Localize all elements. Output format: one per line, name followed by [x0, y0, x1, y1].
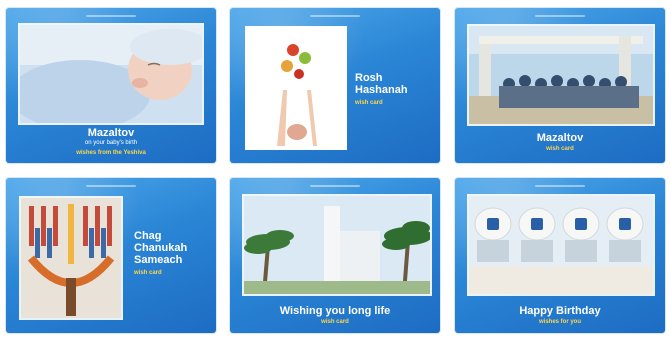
card-tag[interactable]: wish card — [134, 270, 162, 276]
card-title-line1: Rosh — [355, 72, 383, 84]
card-tag[interactable]: wishes for you — [455, 319, 665, 325]
card-long-life[interactable]: Wishing you long life wish card — [230, 178, 440, 333]
palm-trees-photo — [242, 194, 432, 296]
card-tag[interactable]: wishes from the Yeshiva — [6, 150, 216, 156]
card-tag[interactable]: wish card — [455, 146, 665, 152]
cupcakes-photo — [467, 194, 655, 296]
card-tag[interactable]: wish card — [230, 319, 440, 325]
card-rosh-hashanah[interactable]: Rosh Hashanah wish card — [230, 8, 440, 163]
group-photo — [467, 24, 655, 126]
card-mazaltov-group[interactable]: Mazaltov wish card — [455, 8, 665, 163]
card-title-line3: Sameach — [134, 254, 183, 266]
card-top-line — [86, 185, 136, 187]
card-title: Mazaltov — [87, 127, 135, 139]
card-top-line — [535, 185, 585, 187]
card-top-line — [535, 15, 585, 17]
card-top-line — [310, 185, 360, 187]
baby-photo — [18, 23, 204, 125]
card-title-line2: Chanukah — [134, 242, 188, 254]
card-happy-birthday[interactable]: Happy Birthday wishes for you — [455, 178, 665, 333]
card-title: Mazaltov — [536, 132, 584, 144]
card-subtitle: on your baby's birth — [84, 140, 138, 146]
menorah-photo — [19, 196, 123, 320]
card-title: Wishing you long life — [279, 305, 391, 317]
card-chanukah[interactable]: Chag Chanukah Sameach wish card — [6, 178, 216, 333]
card-top-line — [86, 15, 136, 17]
card-top-line — [310, 15, 360, 17]
apples-photo — [245, 26, 347, 150]
card-mazaltov-baby[interactable]: Mazaltov on your baby's birth wishes fro… — [6, 8, 216, 163]
card-title-line2: Hashanah — [355, 84, 408, 96]
card-title: Happy Birthday — [519, 305, 601, 317]
card-tag[interactable]: wish card — [355, 100, 383, 106]
card-title-line1: Chag — [134, 230, 162, 242]
